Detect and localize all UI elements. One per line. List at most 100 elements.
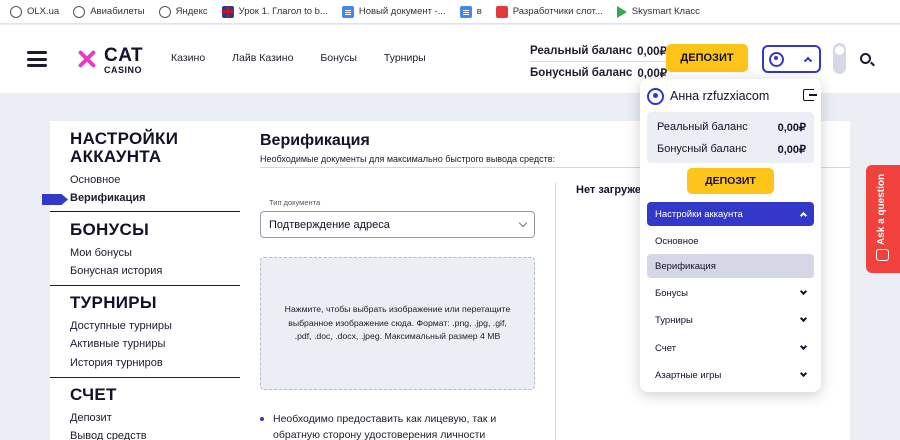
file-dropzone[interactable]: Нажмите, чтобы выбрать изображение или п… [260, 257, 535, 390]
dd-item-label: Бонусы [655, 287, 688, 299]
logo-sub: CASINO [104, 65, 143, 75]
bookmark-label: Урок 1. Глагол to b... [238, 6, 328, 17]
logo-word: CAT [104, 45, 144, 66]
bookmark-label: в [476, 6, 482, 17]
bookmark-new-doc[interactable]: Новый документ -... [341, 5, 446, 18]
user-menu-button[interactable] [762, 45, 821, 73]
doctype-value: Подтверждение адреса [269, 218, 390, 231]
docs-icon [459, 5, 472, 18]
dropdown-balances: Реальный баланс 0,00₽ Бонусный баланс 0,00… [647, 112, 814, 163]
ask-question-tab[interactable]: Ask a question [866, 165, 900, 273]
dd-bonus-balance-label: Бонусный баланс [657, 143, 747, 155]
bookmark-aviabilety[interactable]: Авиабилеты [73, 5, 145, 18]
dd-gambling[interactable]: Азартные игры [647, 363, 814, 387]
chevron-down-icon [799, 342, 808, 351]
username: Анна rzfuzxiacom [670, 89, 770, 103]
chevron-down-icon [799, 369, 808, 378]
page-subtitle: Необходимые документы для максимально бы… [260, 154, 556, 164]
nav-tournaments[interactable]: Турниры [384, 52, 426, 64]
sidebar-item-available-tournaments[interactable]: Доступные турниры [70, 320, 172, 332]
sidebar-item-active-tournaments[interactable]: Активные турниры [70, 338, 165, 350]
dd-item-label: Азартные игры [655, 369, 722, 381]
dd-general[interactable]: Основное [647, 229, 814, 253]
dd-account[interactable]: Счет [647, 336, 814, 360]
real-balance-value: 0,00₽ [637, 45, 667, 58]
ask-question-label: Ask a question [876, 173, 887, 245]
real-balance-label: Реальный баланс [530, 44, 633, 57]
logo-mark-icon [76, 48, 98, 70]
bookmark-skysmart[interactable]: Skysmart Класс [616, 5, 700, 18]
globe-icon [158, 5, 171, 18]
dd-tournaments[interactable]: Турниры [647, 308, 814, 332]
sidebar-item-deposit[interactable]: Депозит [70, 412, 112, 424]
bookmark-yandex[interactable]: Яндекс [158, 5, 208, 18]
uk-flag-icon [221, 5, 234, 18]
requirement-bullet: Необходимо предоставить как лицевую, так… [260, 411, 540, 440]
bookmark-label: Разработчики слот... [512, 6, 603, 17]
sidebar-divider [50, 211, 240, 212]
dd-item-label: Верификация [655, 260, 716, 272]
cat-casino-logo[interactable]: CAT CASINO [76, 45, 146, 75]
column-divider [555, 183, 556, 440]
logout-icon[interactable] [803, 89, 817, 101]
sidebar-item-verification[interactable]: Верификация [70, 192, 146, 204]
globe-icon [73, 5, 86, 18]
doctype-label: Тип документа [267, 198, 323, 207]
header-balances: Реальный баланс 0,00₽ Бонусный баланс 0,00… [530, 40, 668, 84]
dropdown-user-row: Анна rzfuzxiacom [647, 87, 817, 105]
search-icon[interactable] [860, 53, 871, 64]
no-files-text: Нет загружен [576, 184, 648, 196]
bookmark-olx[interactable]: OLX.ua [10, 5, 59, 18]
dd-account-settings[interactable]: Настройки аккаунта [647, 202, 814, 226]
globe-icon [10, 5, 22, 18]
sidebar-title-account: НАСТРОЙКИ АККАУНТА [70, 129, 179, 166]
dd-real-balance-value: 0,00₽ [777, 122, 806, 134]
sidebar-item-bonus-history[interactable]: Бонусная история [70, 265, 162, 277]
user-dropdown: Анна rzfuzxiacom Реальный баланс 0,00₽ Бо… [640, 79, 821, 392]
dd-bonus-balance-value: 0,00₽ [777, 144, 806, 156]
page-title: Верификация [260, 132, 370, 149]
theme-toggle[interactable] [833, 43, 846, 74]
sidebar-item-withdraw[interactable]: Вывод средств [70, 430, 147, 440]
sidebar-item-tournament-history[interactable]: История турниров [70, 357, 163, 369]
bookmark-label: Новый документ -... [358, 6, 446, 17]
dd-real-balance-label: Реальный баланс [657, 121, 748, 133]
chevron-down-icon [799, 314, 808, 323]
doctype-select[interactable]: Подтверждение адреса [260, 211, 535, 238]
bookmark-v[interactable]: в [459, 5, 482, 18]
dd-item-label: Турниры [655, 314, 693, 326]
nav-bonuses[interactable]: Бонусы [320, 52, 356, 64]
bookmark-slot-devs[interactable]: Разработчики слот... [495, 5, 603, 18]
dd-bonuses[interactable]: Бонусы [647, 281, 814, 305]
bookmark-label: Skysmart Класс [631, 6, 700, 17]
dd-item-label: Основное [655, 235, 699, 247]
dd-item-label: Счет [655, 342, 677, 354]
chevron-up-icon [803, 56, 813, 65]
deposit-button[interactable]: ДЕПОЗИТ [666, 44, 748, 72]
chevron-down-icon [518, 218, 528, 228]
chat-icon [876, 249, 889, 261]
sidebar-item-general[interactable]: Основное [70, 174, 120, 186]
sidebar-title-tournaments: ТУРНИРЫ [70, 293, 157, 312]
hamburger-menu-icon[interactable] [27, 51, 47, 67]
dropdown-deposit-button[interactable]: ДЕПОЗИТ [687, 168, 774, 194]
sidebar-title-bonuses: БОНУСЫ [70, 220, 150, 239]
main-nav: Казино Лайв Казино Бонусы Турниры [171, 52, 426, 64]
bookmark-label: Авиабилеты [90, 6, 145, 17]
user-icon [647, 87, 664, 105]
nav-casino[interactable]: Казино [171, 52, 205, 64]
sidebar-divider [50, 377, 240, 378]
bonus-balance-value: 0,00₽ [637, 68, 668, 80]
chevron-down-icon [799, 287, 808, 296]
dd-verification[interactable]: Верификация [647, 254, 814, 278]
chevron-up-icon [799, 211, 808, 220]
bonus-balance-label: Бонусный баланс [530, 67, 633, 79]
nav-live-casino[interactable]: Лайв Казино [232, 52, 293, 64]
sidebar-divider [50, 285, 240, 286]
sidebar-item-my-bonuses[interactable]: Мои бонусы [70, 247, 132, 259]
bookmarks-bar: OLX.ua Авиабилеты Яндекс Урок 1. Глагол … [0, 0, 900, 24]
docs-icon [341, 5, 354, 18]
bookmark-lesson[interactable]: Урок 1. Глагол to b... [221, 5, 328, 18]
active-arrow-icon [42, 194, 68, 205]
play-icon [616, 5, 627, 18]
